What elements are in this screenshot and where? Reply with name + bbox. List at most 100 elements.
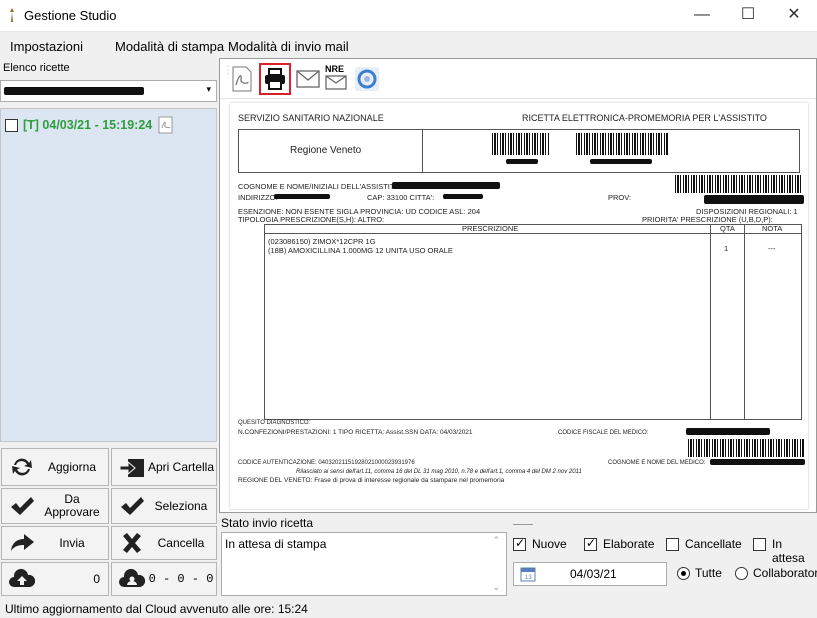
doc-tipologia: TIPOLOGIA PRESCRIZIONE(S,H): ALTRO: [238, 215, 385, 224]
doc-codfisc: CODICE FISCALE DEL MEDICO: [558, 430, 649, 436]
list-label: Elenco ricette [3, 62, 70, 74]
doc-quesito: QUESITO DIAGNOSTICO: [238, 420, 311, 426]
cloud-upload-button[interactable]: 0 [1, 562, 109, 596]
nre-email-icon [325, 75, 347, 90]
cancella-button[interactable]: Cancella [111, 526, 217, 560]
cloud-stats: 0 - 0 - 0 [148, 571, 214, 586]
nre-label: NRE [325, 64, 345, 74]
cloud-count: 0 [93, 571, 100, 586]
prescription-document: SERVIZIO SANITARIO NAZIONALE RICETTA ELE… [230, 103, 808, 509]
menu-modalita-mail[interactable]: Modalità di invio mail [228, 39, 349, 54]
col-qta: QTA [720, 224, 735, 233]
doc-regione: Regione Veneto [290, 145, 362, 156]
minimize-button[interactable]: — [679, 0, 725, 32]
pdf-icon[interactable] [157, 116, 175, 134]
table-header-line [264, 233, 802, 234]
barcode-2 [576, 133, 668, 155]
invia-label: Invia [59, 535, 85, 550]
redacted-code [590, 159, 652, 164]
menu-bar: Impostazioni Modalità di stampa Modalità… [0, 32, 817, 58]
nre-email-button[interactable]: NRE [324, 64, 348, 92]
cloud-users-icon [119, 568, 146, 587]
menu-impostazioni[interactable]: Impostazioni [10, 39, 83, 54]
forward-arrow-icon [11, 534, 34, 551]
stato-textbox[interactable]: In attesa di stampa ⌃ ⌄ [221, 532, 507, 596]
aggiorna-label: Aggiorna [47, 459, 97, 474]
title-bar: Gestione Studio — ☐ ✕ [0, 0, 817, 32]
list-item-checkbox[interactable] [5, 118, 18, 132]
pdf-icon[interactable] [230, 66, 254, 92]
col-divider-nota [744, 224, 745, 420]
filter-nuove-label[interactable]: Nuove [532, 537, 567, 551]
redacted-cf [704, 195, 804, 204]
cloud-users-button[interactable]: 0 - 0 - 0 [111, 562, 217, 596]
doc-priorita: PRIORITA' PRESCRIZIONE (U,B,D,P): [642, 215, 773, 224]
filter-elaborate-checkbox[interactable] [584, 536, 597, 551]
prescription-qta: 1 [724, 244, 729, 253]
da-approvare-label: Da Approvare [44, 492, 100, 519]
checkmark-icon [11, 497, 34, 515]
doc-prov: PROV: [608, 193, 632, 202]
viewer-toolbar: ⋮ NRE [220, 59, 816, 99]
radio-tutte[interactable] [677, 567, 690, 580]
da-approvare-button[interactable]: Da Approvare [1, 488, 109, 524]
filter-in-attesa-checkbox[interactable] [753, 538, 766, 551]
email-icon[interactable] [296, 70, 320, 88]
list-item[interactable]: [T] 04/03/21 - 15:19:24 [5, 115, 210, 135]
close-button[interactable]: ✕ [771, 0, 817, 32]
doctor-select[interactable]: ▾ [0, 80, 217, 102]
recipe-list[interactable]: [T] 04/03/21 - 15:19:24 [0, 108, 217, 442]
seleziona-button[interactable]: Seleziona [111, 488, 217, 524]
invia-button[interactable]: Invia [1, 526, 109, 560]
filter-in-attesa-label[interactable]: In attesa [772, 537, 817, 565]
doc-rilasciato: Rilasciato ai sensi dell'art.11, comma 1… [296, 469, 582, 475]
doc-cognome-medico: COGNOME E NOME DEL MEDICO: [608, 460, 706, 466]
x-icon [123, 533, 141, 553]
scroll-down-icon[interactable]: ⌄ [492, 582, 500, 593]
app-icon [10, 8, 14, 22]
col-prescrizione: PRESCRIZIONE [462, 224, 519, 233]
folder-arrow-icon [119, 459, 144, 477]
date-picker[interactable]: 13 04/03/21 [513, 562, 667, 586]
barcode-1 [492, 133, 550, 155]
apri-cartella-label: Apri Cartella [147, 459, 215, 474]
redacted-address [274, 194, 330, 199]
radio-tutte-label[interactable]: Tutte [695, 566, 722, 580]
scroll-up-icon[interactable]: ⌃ [492, 535, 500, 546]
redacted-name [392, 182, 500, 189]
printer-icon [265, 68, 285, 90]
radio-collaboratore[interactable] [735, 567, 748, 580]
aggiorna-button[interactable]: Aggiorna [1, 448, 109, 486]
status-bar: Ultimo aggiornamento dal Cloud avvenuto … [0, 600, 817, 618]
prescription-line-2: (18B) AMOXICILLINA 1.000MG 12 UNITA USO … [268, 246, 453, 255]
print-button[interactable] [259, 63, 291, 95]
maximize-button[interactable]: ☐ [725, 0, 771, 32]
doc-indirizzo: INDIRIZZO: [238, 193, 278, 202]
sync-icon[interactable] [354, 66, 380, 92]
cancella-label: Cancella [157, 535, 205, 550]
barcode-cf [675, 175, 801, 193]
refresh-icon [12, 458, 32, 476]
prescription-nota: --- [768, 244, 776, 253]
redacted-value [4, 87, 144, 95]
stato-value: In attesa di stampa [225, 537, 327, 551]
calendar-icon[interactable]: 13 [520, 566, 536, 582]
filter-cancellate-label[interactable]: Cancellate [685, 537, 742, 551]
filter-group-line [513, 524, 533, 525]
menu-modalita-stampa[interactable]: Modalità di stampa [115, 39, 224, 54]
filter-nuove-checkbox[interactable] [513, 536, 526, 551]
radio-collaboratore-label[interactable]: Collaboratore [753, 566, 817, 580]
barcode-medico [688, 439, 804, 457]
chevron-down-icon: ▾ [206, 84, 211, 94]
filter-cancellate-checkbox[interactable] [666, 538, 679, 551]
apri-cartella-button[interactable]: Apri Cartella [111, 448, 217, 486]
filter-row: Nuove Elaborate Cancellate In attesa [513, 536, 817, 565]
seleziona-label: Seleziona [154, 498, 208, 513]
col-divider-qta [710, 224, 711, 420]
redacted-code [506, 159, 538, 164]
redacted-cf-medico [686, 428, 770, 435]
svg-text:13: 13 [525, 575, 532, 581]
cloud-upload-icon [9, 568, 36, 587]
filter-elaborate-label[interactable]: Elaborate [603, 537, 654, 551]
doc-cap: CAP: 33100 CITTA': [367, 193, 435, 202]
